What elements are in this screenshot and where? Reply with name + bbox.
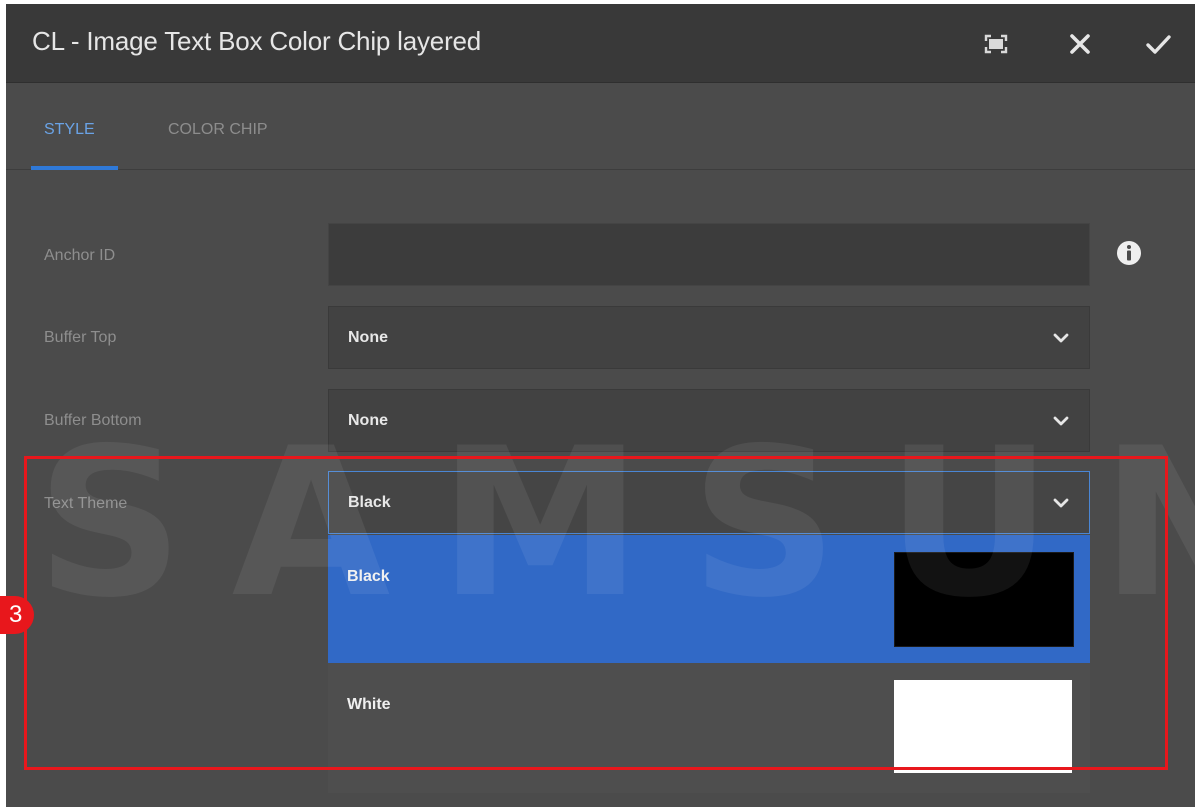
option-label: Black [347, 568, 390, 585]
text-theme-label: Text Theme [44, 495, 128, 512]
active-tab-indicator [31, 166, 118, 170]
chevron-down-icon [1051, 411, 1071, 431]
dialog-title: CL - Image Text Box Color Chip layered [32, 26, 482, 56]
tab-bar: STYLE COLOR CHIP [6, 83, 1195, 170]
buffer-top-select[interactable]: None [328, 306, 1090, 369]
fullscreen-icon [984, 34, 1008, 54]
buffer-top-label: Buffer Top [44, 329, 117, 346]
text-theme-value: Black [348, 494, 391, 511]
info-icon[interactable] [1114, 238, 1144, 268]
color-chip-white [894, 680, 1072, 773]
anchor-id-label: Anchor ID [44, 247, 116, 264]
buffer-top-value: None [348, 329, 388, 346]
tab-color-chip[interactable]: COLOR CHIP [168, 121, 268, 139]
buffer-bottom-label: Buffer Bottom [44, 412, 142, 429]
close-button[interactable] [1064, 28, 1096, 60]
option-black[interactable]: Black [328, 535, 1090, 663]
done-button[interactable] [1142, 28, 1174, 60]
tab-style[interactable]: STYLE [44, 121, 95, 139]
buffer-bottom-value: None [348, 412, 388, 429]
option-white[interactable]: White [328, 663, 1090, 791]
color-chip-black [894, 552, 1074, 647]
close-icon [1070, 34, 1090, 54]
checkmark-icon [1146, 35, 1171, 54]
fullscreen-button[interactable] [980, 28, 1012, 60]
component-dialog: CL - Image Text Box Color Chip layered S… [6, 4, 1195, 807]
text-theme-select[interactable]: Black [328, 471, 1090, 534]
chevron-down-icon [1051, 328, 1071, 348]
option-label: White [347, 696, 391, 713]
chevron-down-icon [1051, 493, 1071, 513]
buffer-bottom-select[interactable]: None [328, 389, 1090, 452]
anchor-id-input[interactable] [328, 223, 1090, 286]
dialog-titlebar: CL - Image Text Box Color Chip layered [6, 4, 1195, 83]
text-theme-dropdown: Black White [328, 535, 1090, 793]
